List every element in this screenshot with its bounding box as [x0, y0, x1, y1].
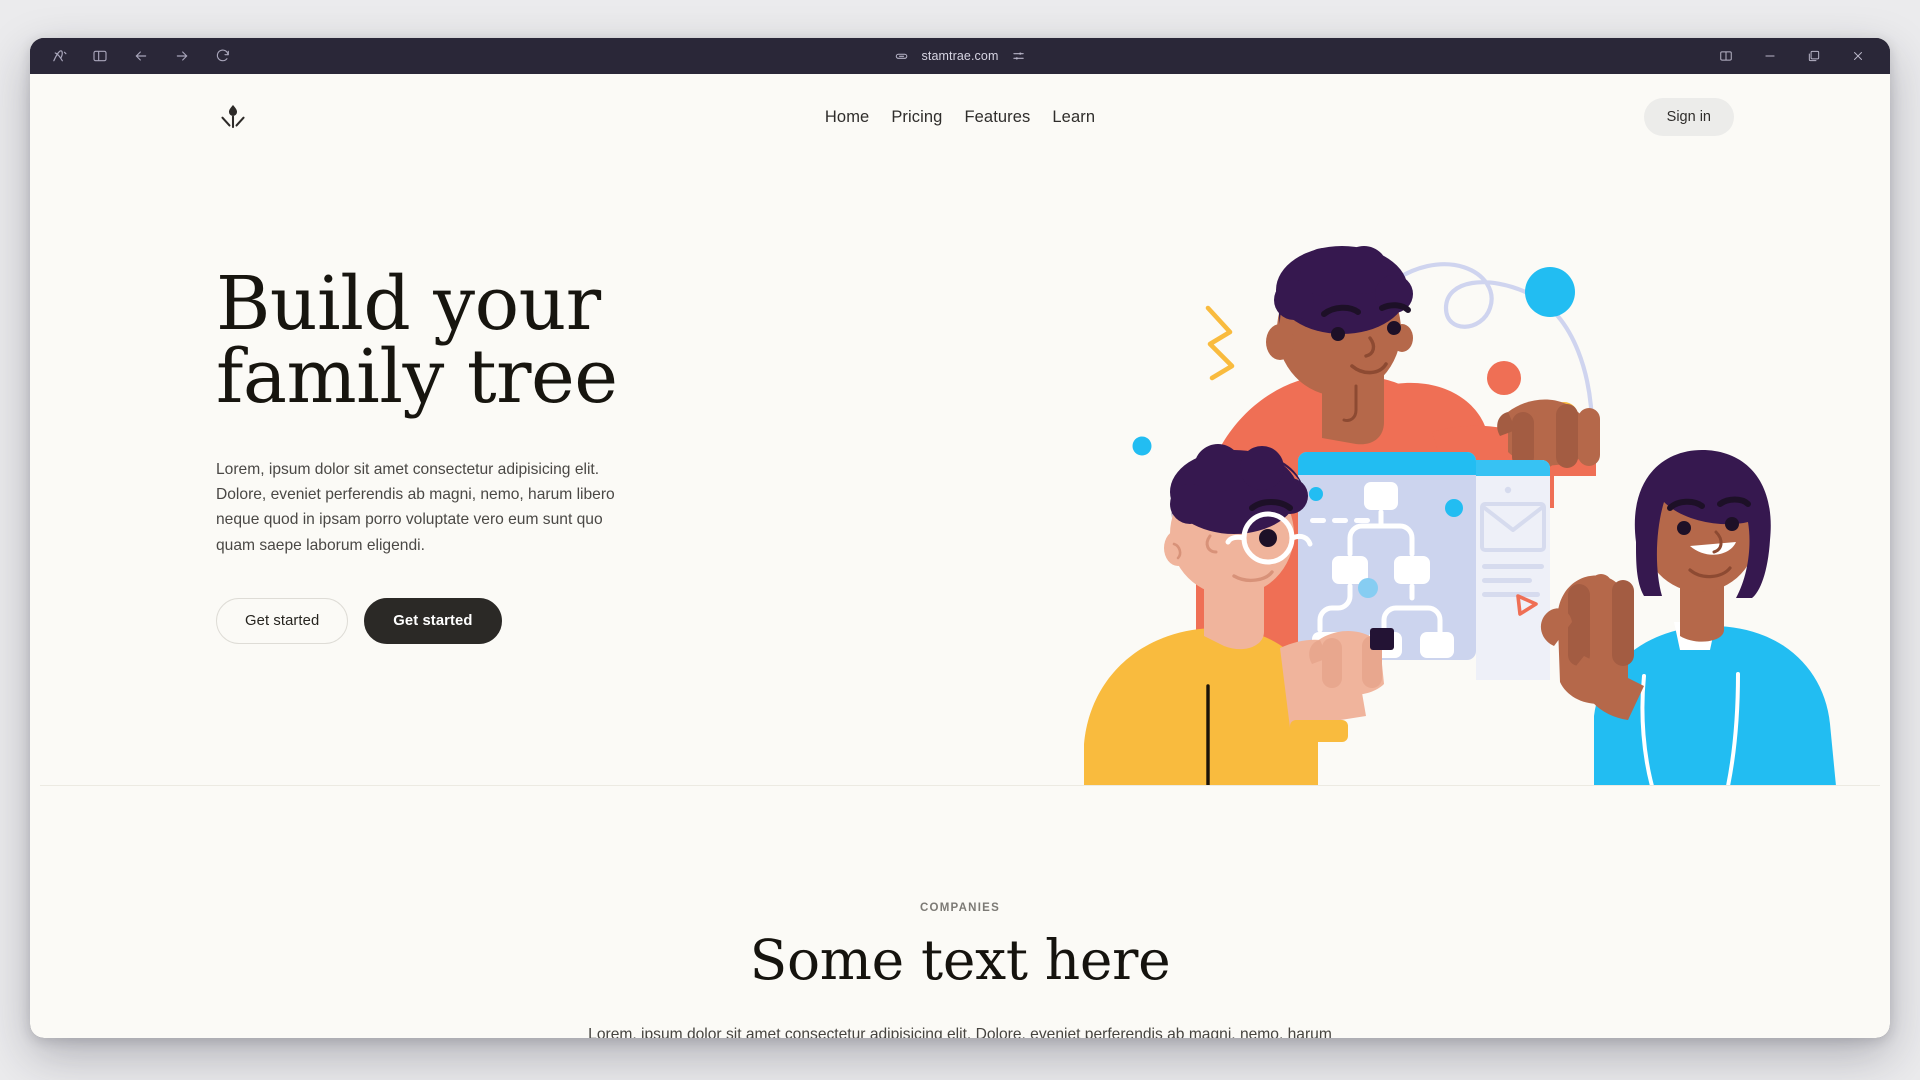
tablet-dot-right: [1445, 499, 1463, 517]
split-view-icon[interactable]: [1716, 46, 1736, 66]
hero-title: Build your family tree: [216, 267, 736, 415]
nav-item-home[interactable]: Home: [825, 108, 869, 127]
hero-actions: Get started Get started: [216, 598, 736, 645]
woman-hand: [1540, 574, 1644, 720]
forward-arrow-icon[interactable]: [171, 45, 193, 67]
nav-item-features[interactable]: Features: [964, 108, 1030, 127]
family-tree-illustration: [1084, 246, 1844, 786]
woman-eye-left: [1677, 521, 1691, 535]
hero-section: Build your family tree Lorem, ipsum dolo…: [30, 160, 1890, 786]
dot-cyan-small: [1132, 436, 1152, 456]
letter-document: [1476, 460, 1550, 680]
minimize-icon[interactable]: [1760, 46, 1780, 66]
boy-hand: [1309, 628, 1394, 696]
companies-eyebrow: COMPANIES: [919, 902, 1001, 914]
section-divider: [40, 785, 1880, 786]
main-nav: Home Pricing Features Learn: [825, 108, 1095, 127]
boy-eye: [1259, 529, 1277, 547]
nav-item-pricing[interactable]: Pricing: [891, 108, 942, 127]
get-started-solid-button[interactable]: Get started: [364, 598, 502, 645]
toolbar-left-group: [42, 45, 234, 67]
hero-copy: Build your family tree Lorem, ipsum dolo…: [216, 160, 736, 786]
woman-eye-right: [1725, 517, 1739, 531]
sidebar-toggle-icon[interactable]: [89, 45, 111, 67]
browser-titlebar: stamtrae.com: [30, 38, 1890, 74]
dot-cyan-large: [1525, 267, 1575, 317]
arc-logo-icon[interactable]: [48, 45, 70, 67]
page-viewport: Home Pricing Features Learn Sign in Buil…: [30, 74, 1890, 1038]
hero-paragraph: Lorem, ipsum dolor sit amet consectetur …: [216, 460, 615, 554]
adult-hand-top: [1497, 399, 1600, 468]
companies-paragraph: Lorem, ipsum dolor sit amet consectetur …: [588, 1026, 1332, 1038]
tree-node-root: [1364, 482, 1398, 510]
tree-leaf-3: [1420, 632, 1454, 658]
browser-window: stamtrae.com Home Pricing Features Learn…: [30, 38, 1890, 1038]
woman-character: [1540, 450, 1836, 786]
hero-title-line-2: family tree: [216, 334, 618, 421]
url-bar[interactable]: stamtrae.com: [895, 44, 1026, 68]
zigzag-decoration: [1205, 305, 1235, 381]
close-icon[interactable]: [1848, 46, 1868, 66]
url-text: stamtrae.com: [921, 49, 999, 63]
companies-title: Some text here: [749, 928, 1171, 992]
tablet-dot-left: [1309, 487, 1323, 501]
back-arrow-icon[interactable]: [130, 45, 152, 67]
tablet-header-bar: [1298, 452, 1476, 475]
site-header: Home Pricing Features Learn Sign in: [30, 74, 1890, 160]
desktop-backdrop: stamtrae.com Home Pricing Features Learn…: [0, 0, 1920, 1080]
window-controls: [1716, 46, 1878, 66]
sliders-icon[interactable]: [1011, 49, 1025, 63]
adult-eye-left: [1331, 327, 1345, 341]
tree-node-highlight: [1358, 578, 1378, 598]
adult-eye-right: [1387, 321, 1401, 335]
get-started-outline-button[interactable]: Get started: [216, 598, 349, 645]
sign-in-button[interactable]: Sign in: [1643, 98, 1734, 136]
reload-icon[interactable]: [212, 45, 234, 67]
tree-node-b: [1394, 556, 1430, 584]
stamtrae-logo-icon[interactable]: [216, 100, 250, 134]
link-icon: [895, 49, 909, 63]
maximize-icon[interactable]: [1804, 46, 1824, 66]
companies-section: COMPANIES Some text here Lorem, ipsum do…: [30, 786, 1890, 1038]
dot-coral: [1487, 361, 1521, 395]
nav-item-learn[interactable]: Learn: [1052, 108, 1095, 127]
